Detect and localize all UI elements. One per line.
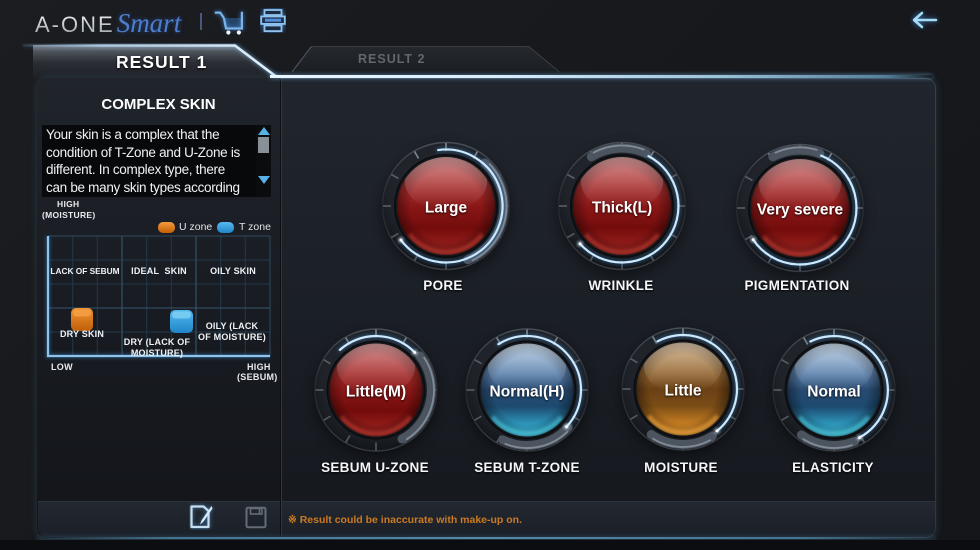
svg-text:Normal: Normal [807,384,860,401]
svg-text:Little(M): Little(M) [346,384,406,401]
svg-text:Large: Large [425,200,468,217]
svg-text:Little: Little [664,383,701,400]
svg-text:Very severe: Very severe [757,202,844,219]
svg-text:Normal(H): Normal(H) [490,384,565,401]
svg-text:Thick(L): Thick(L) [592,200,652,217]
